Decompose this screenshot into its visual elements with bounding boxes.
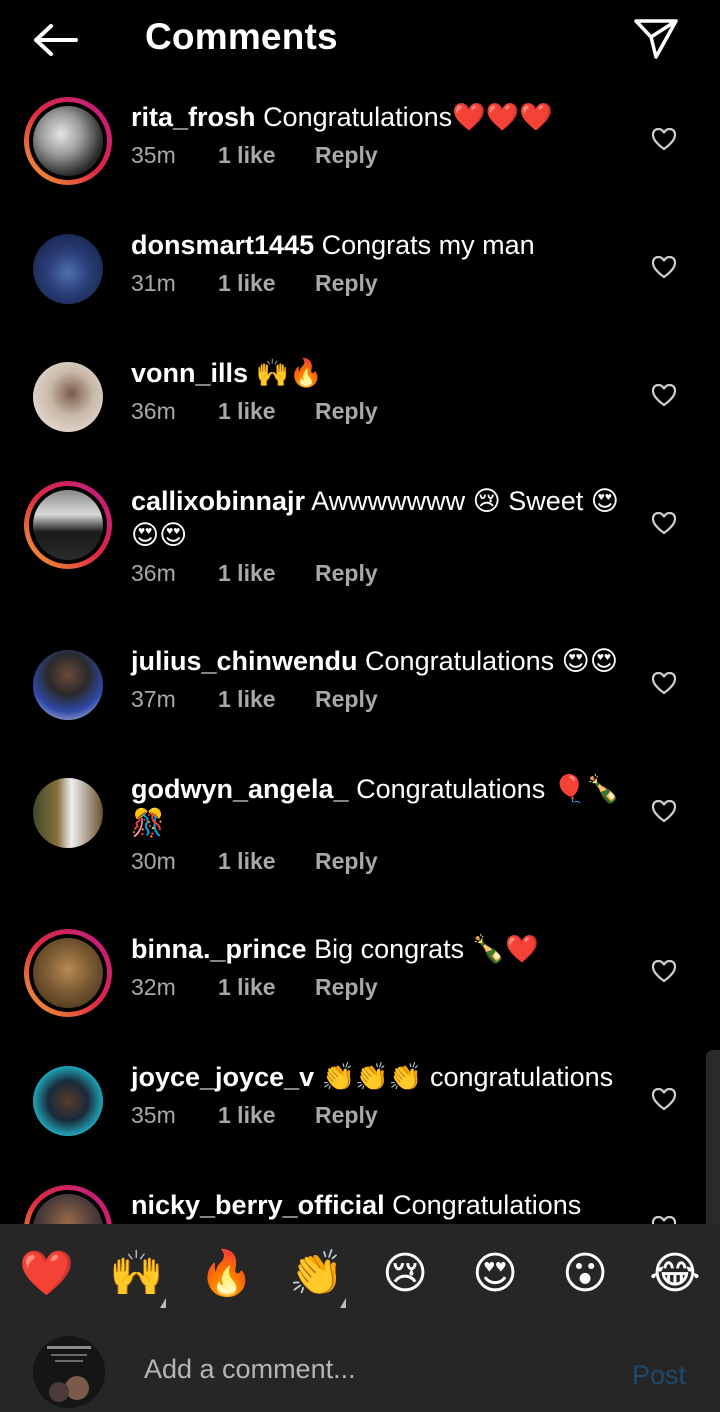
emoji-quick-bar: ❤️ 🙌 🔥 👏 😢 😍 😮 😂 bbox=[0, 1224, 720, 1324]
comment-likes[interactable]: 1 like bbox=[218, 560, 315, 587]
like-heart-icon[interactable] bbox=[650, 1085, 678, 1113]
page-title: Comments bbox=[145, 16, 338, 57]
emoji-clap-button[interactable]: 👏 bbox=[289, 1248, 344, 1300]
like-heart-icon[interactable] bbox=[650, 669, 678, 697]
reply-button[interactable]: Reply bbox=[315, 974, 378, 1001]
back-arrow-icon bbox=[34, 24, 78, 56]
comment-text: 🙌🔥 bbox=[255, 358, 323, 388]
like-heart-icon[interactable] bbox=[650, 957, 678, 985]
comment-time: 37m bbox=[131, 686, 176, 712]
comment-time: 30m bbox=[131, 848, 176, 874]
comment-composer: Post bbox=[0, 1324, 720, 1412]
comment-time: 31m bbox=[131, 270, 176, 296]
comment-input[interactable] bbox=[144, 1350, 604, 1388]
emoji-heart-button[interactable]: ❤️ bbox=[19, 1248, 74, 1300]
avatar[interactable] bbox=[24, 641, 112, 729]
comment-time: 36m bbox=[131, 398, 176, 424]
comment-username[interactable]: julius_chinwendu bbox=[131, 646, 358, 676]
avatar[interactable] bbox=[24, 1185, 112, 1224]
comment-username[interactable]: nicky_berry_official bbox=[131, 1190, 385, 1220]
emoji-raised-hands-button[interactable]: 🙌 bbox=[109, 1248, 164, 1300]
emoji-crying-button[interactable]: 😢 bbox=[379, 1248, 431, 1300]
comment-list[interactable]: rita_frosh Congratulations❤️❤️❤️ 35m 1 li… bbox=[0, 80, 720, 1224]
avatar[interactable] bbox=[24, 353, 112, 441]
comment-likes[interactable]: 1 like bbox=[218, 270, 315, 297]
back-button[interactable] bbox=[28, 18, 84, 62]
like-heart-icon[interactable] bbox=[650, 125, 678, 153]
header: Comments bbox=[0, 0, 720, 80]
like-heart-icon[interactable] bbox=[650, 381, 678, 409]
comment-likes[interactable]: 1 like bbox=[218, 1102, 315, 1129]
comment-username[interactable]: callixobinnajr bbox=[131, 486, 305, 516]
avatar[interactable] bbox=[24, 481, 112, 569]
reply-button[interactable]: Reply bbox=[315, 1102, 378, 1129]
like-heart-icon[interactable] bbox=[650, 797, 678, 825]
reply-button[interactable]: Reply bbox=[315, 398, 378, 425]
comment-text: 👏👏👏 congratulations bbox=[321, 1062, 614, 1092]
emoji-laughing-button[interactable]: 😂 bbox=[649, 1248, 701, 1300]
emoji-fire-button[interactable]: 🔥 bbox=[199, 1248, 254, 1300]
comment-likes[interactable]: 1 like bbox=[218, 398, 315, 425]
skin-tone-indicator-icon bbox=[340, 1298, 346, 1308]
emoji-surprised-button[interactable]: 😮 bbox=[559, 1248, 611, 1300]
like-heart-icon[interactable] bbox=[650, 253, 678, 281]
comment-text: Congratulations 😍😍 bbox=[365, 646, 618, 676]
comment-text: Congrats my man bbox=[321, 230, 535, 260]
comment-time: 36m bbox=[131, 560, 176, 586]
comment-likes[interactable]: 1 like bbox=[218, 142, 315, 169]
comment-likes[interactable]: 1 like bbox=[218, 686, 315, 713]
avatar-image bbox=[33, 1336, 105, 1408]
comment-text: Congratulations❤️❤️❤️ bbox=[263, 102, 554, 132]
post-button[interactable]: Post bbox=[632, 1360, 686, 1391]
skin-tone-indicator-icon bbox=[160, 1298, 166, 1308]
avatar[interactable] bbox=[24, 225, 112, 313]
avatar[interactable] bbox=[24, 769, 112, 857]
comment-username[interactable]: rita_frosh bbox=[131, 102, 256, 132]
reply-button[interactable]: Reply bbox=[315, 686, 378, 713]
comment-username[interactable]: binna._prince bbox=[131, 934, 307, 964]
comment-username[interactable]: joyce_joyce_v bbox=[131, 1062, 314, 1092]
comment-likes[interactable]: 1 like bbox=[218, 848, 315, 875]
reply-button[interactable]: Reply bbox=[315, 848, 378, 875]
comment-username[interactable]: donsmart1445 bbox=[131, 230, 314, 260]
comment-time: 32m bbox=[131, 974, 176, 1000]
share-button[interactable] bbox=[630, 14, 682, 64]
reply-button[interactable]: Reply bbox=[315, 270, 378, 297]
emoji-heart-eyes-button[interactable]: 😍 bbox=[469, 1248, 521, 1300]
like-heart-icon[interactable] bbox=[650, 1213, 678, 1224]
comments-screen: Comments rita_frosh Congratulations❤️❤️❤… bbox=[0, 0, 720, 1412]
avatar[interactable] bbox=[24, 1057, 112, 1145]
paper-plane-icon bbox=[634, 19, 678, 59]
avatar[interactable] bbox=[24, 97, 112, 185]
comment-username[interactable]: godwyn_angela_ bbox=[131, 774, 349, 804]
comment-text: Big congrats 🍾❤️ bbox=[314, 934, 539, 964]
reply-button[interactable]: Reply bbox=[315, 142, 378, 169]
reply-button[interactable]: Reply bbox=[315, 560, 378, 587]
my-avatar bbox=[33, 1336, 105, 1408]
avatar[interactable] bbox=[24, 929, 112, 1017]
comment-likes[interactable]: 1 like bbox=[218, 974, 315, 1001]
comment-time: 35m bbox=[131, 142, 176, 168]
comment-time: 35m bbox=[131, 1102, 176, 1128]
comment-username[interactable]: vonn_ills bbox=[131, 358, 248, 388]
like-heart-icon[interactable] bbox=[650, 509, 678, 537]
